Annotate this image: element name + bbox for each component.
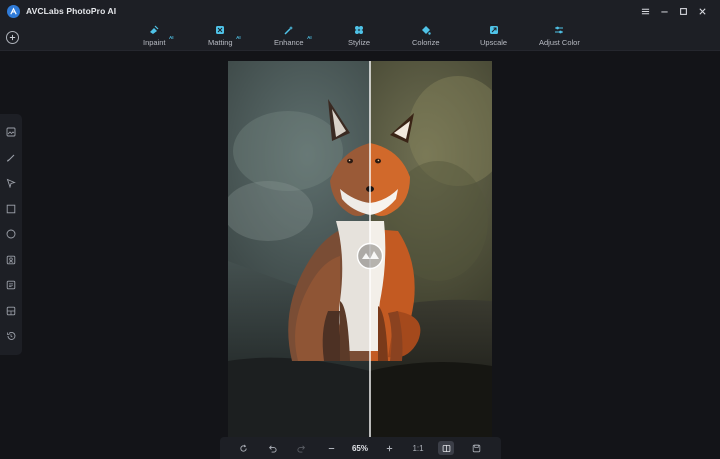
hamburger-icon [641, 8, 649, 14]
zoom-level: 65% [347, 441, 373, 455]
close-button[interactable] [695, 4, 709, 18]
app-window: AVCLabs PhotoPro AI Inpaint AI Matting A… [0, 0, 720, 459]
pointer-icon [6, 178, 16, 188]
redo-icon [296, 444, 305, 453]
undo-button[interactable] [265, 441, 279, 455]
app-logo-icon [7, 5, 20, 18]
ai-badge: AI [169, 35, 174, 40]
adjust-color-icon [554, 25, 564, 35]
add-image-button[interactable] [6, 31, 19, 44]
tool-enhance-text: Enhance [274, 38, 304, 47]
image-canvas[interactable] [228, 61, 492, 437]
compare-slider-handle[interactable] [356, 242, 384, 270]
app-title: AVCLabs PhotoPro AI [26, 6, 117, 16]
left-tool-panel [0, 114, 22, 355]
enhance-icon [284, 25, 294, 35]
tool-adjust-color-label: Adjust Color [539, 38, 580, 47]
tool-inpaint[interactable]: Inpaint AI [143, 24, 174, 51]
upscale-icon [489, 25, 499, 35]
minimize-icon [660, 10, 668, 12]
gallery-icon [6, 306, 16, 316]
reset-button[interactable] [236, 441, 250, 455]
bottom-toolbar: 65% 1:1 [220, 437, 501, 459]
tool-inpaint-label: Inpaint AI [143, 35, 174, 47]
actual-size-button[interactable]: 1:1 [410, 441, 426, 455]
circle-icon [6, 229, 16, 239]
tool-matting-label: Matting AI [208, 35, 241, 47]
inpaint-icon [149, 25, 159, 35]
gallery-tool-button[interactable] [5, 305, 17, 317]
save-button[interactable] [469, 441, 483, 455]
compare-view-button[interactable] [438, 441, 454, 455]
portrait-tool-button[interactable] [5, 254, 17, 266]
fox-photo [228, 61, 492, 437]
tool-enhance[interactable]: Enhance AI [274, 24, 312, 51]
tool-inpaint-text: Inpaint [143, 38, 166, 47]
plus-icon [9, 34, 16, 41]
pointer-tool-button[interactable] [5, 177, 17, 189]
rectangle-tool-button[interactable] [5, 203, 17, 215]
save-icon [472, 444, 480, 452]
text-block-tool-button[interactable] [5, 279, 17, 291]
menu-button[interactable] [638, 4, 652, 18]
colorize-icon [421, 25, 431, 35]
tool-matting-text: Matting [208, 38, 233, 47]
plus-icon [386, 445, 392, 451]
tool-stylize-label: Stylize [348, 38, 371, 47]
tool-colorize-label: Colorize [412, 38, 440, 47]
history-icon [7, 332, 16, 340]
zoom-value: 65% [351, 443, 368, 453]
tool-enhance-label: Enhance AI [274, 35, 312, 47]
tool-colorize[interactable]: Colorize [412, 24, 440, 51]
tool-adjust-color[interactable]: Adjust Color [539, 24, 580, 51]
brush-icon [7, 154, 15, 162]
image-icon [6, 127, 16, 137]
ratio-label: 1:1 [412, 443, 424, 453]
zoom-in-button[interactable] [382, 441, 396, 455]
minimize-button[interactable] [657, 4, 671, 18]
circle-tool-button[interactable] [5, 228, 17, 240]
portrait-icon [6, 255, 16, 265]
brush-tool-button[interactable] [5, 152, 17, 164]
ai-badge: AI [307, 35, 312, 40]
tool-upscale[interactable]: Upscale [480, 24, 507, 51]
tool-upscale-label: Upscale [480, 38, 508, 47]
tool-matting[interactable]: Matting AI [208, 24, 241, 51]
undo-icon [268, 444, 277, 453]
tool-stylize[interactable]: Stylize [348, 24, 370, 51]
reset-icon [239, 444, 247, 452]
top-toolbar: Inpaint AI Matting AI Enhance AI Stylize Co [0, 24, 720, 51]
history-tool-button[interactable] [5, 330, 17, 342]
maximize-button[interactable] [676, 4, 690, 18]
split-view-icon [442, 444, 450, 452]
image-tool-button[interactable] [5, 126, 17, 138]
matting-icon [215, 25, 225, 35]
rectangle-icon [6, 204, 16, 214]
maximize-icon [679, 7, 687, 15]
stylize-icon [354, 25, 364, 35]
text-block-icon [6, 280, 16, 290]
ai-badge: AI [236, 35, 241, 40]
close-icon [698, 7, 706, 15]
zoom-out-button[interactable] [324, 441, 338, 455]
minus-icon [328, 447, 334, 449]
redo-button[interactable] [294, 441, 308, 455]
title-bar: AVCLabs PhotoPro AI [0, 0, 720, 24]
